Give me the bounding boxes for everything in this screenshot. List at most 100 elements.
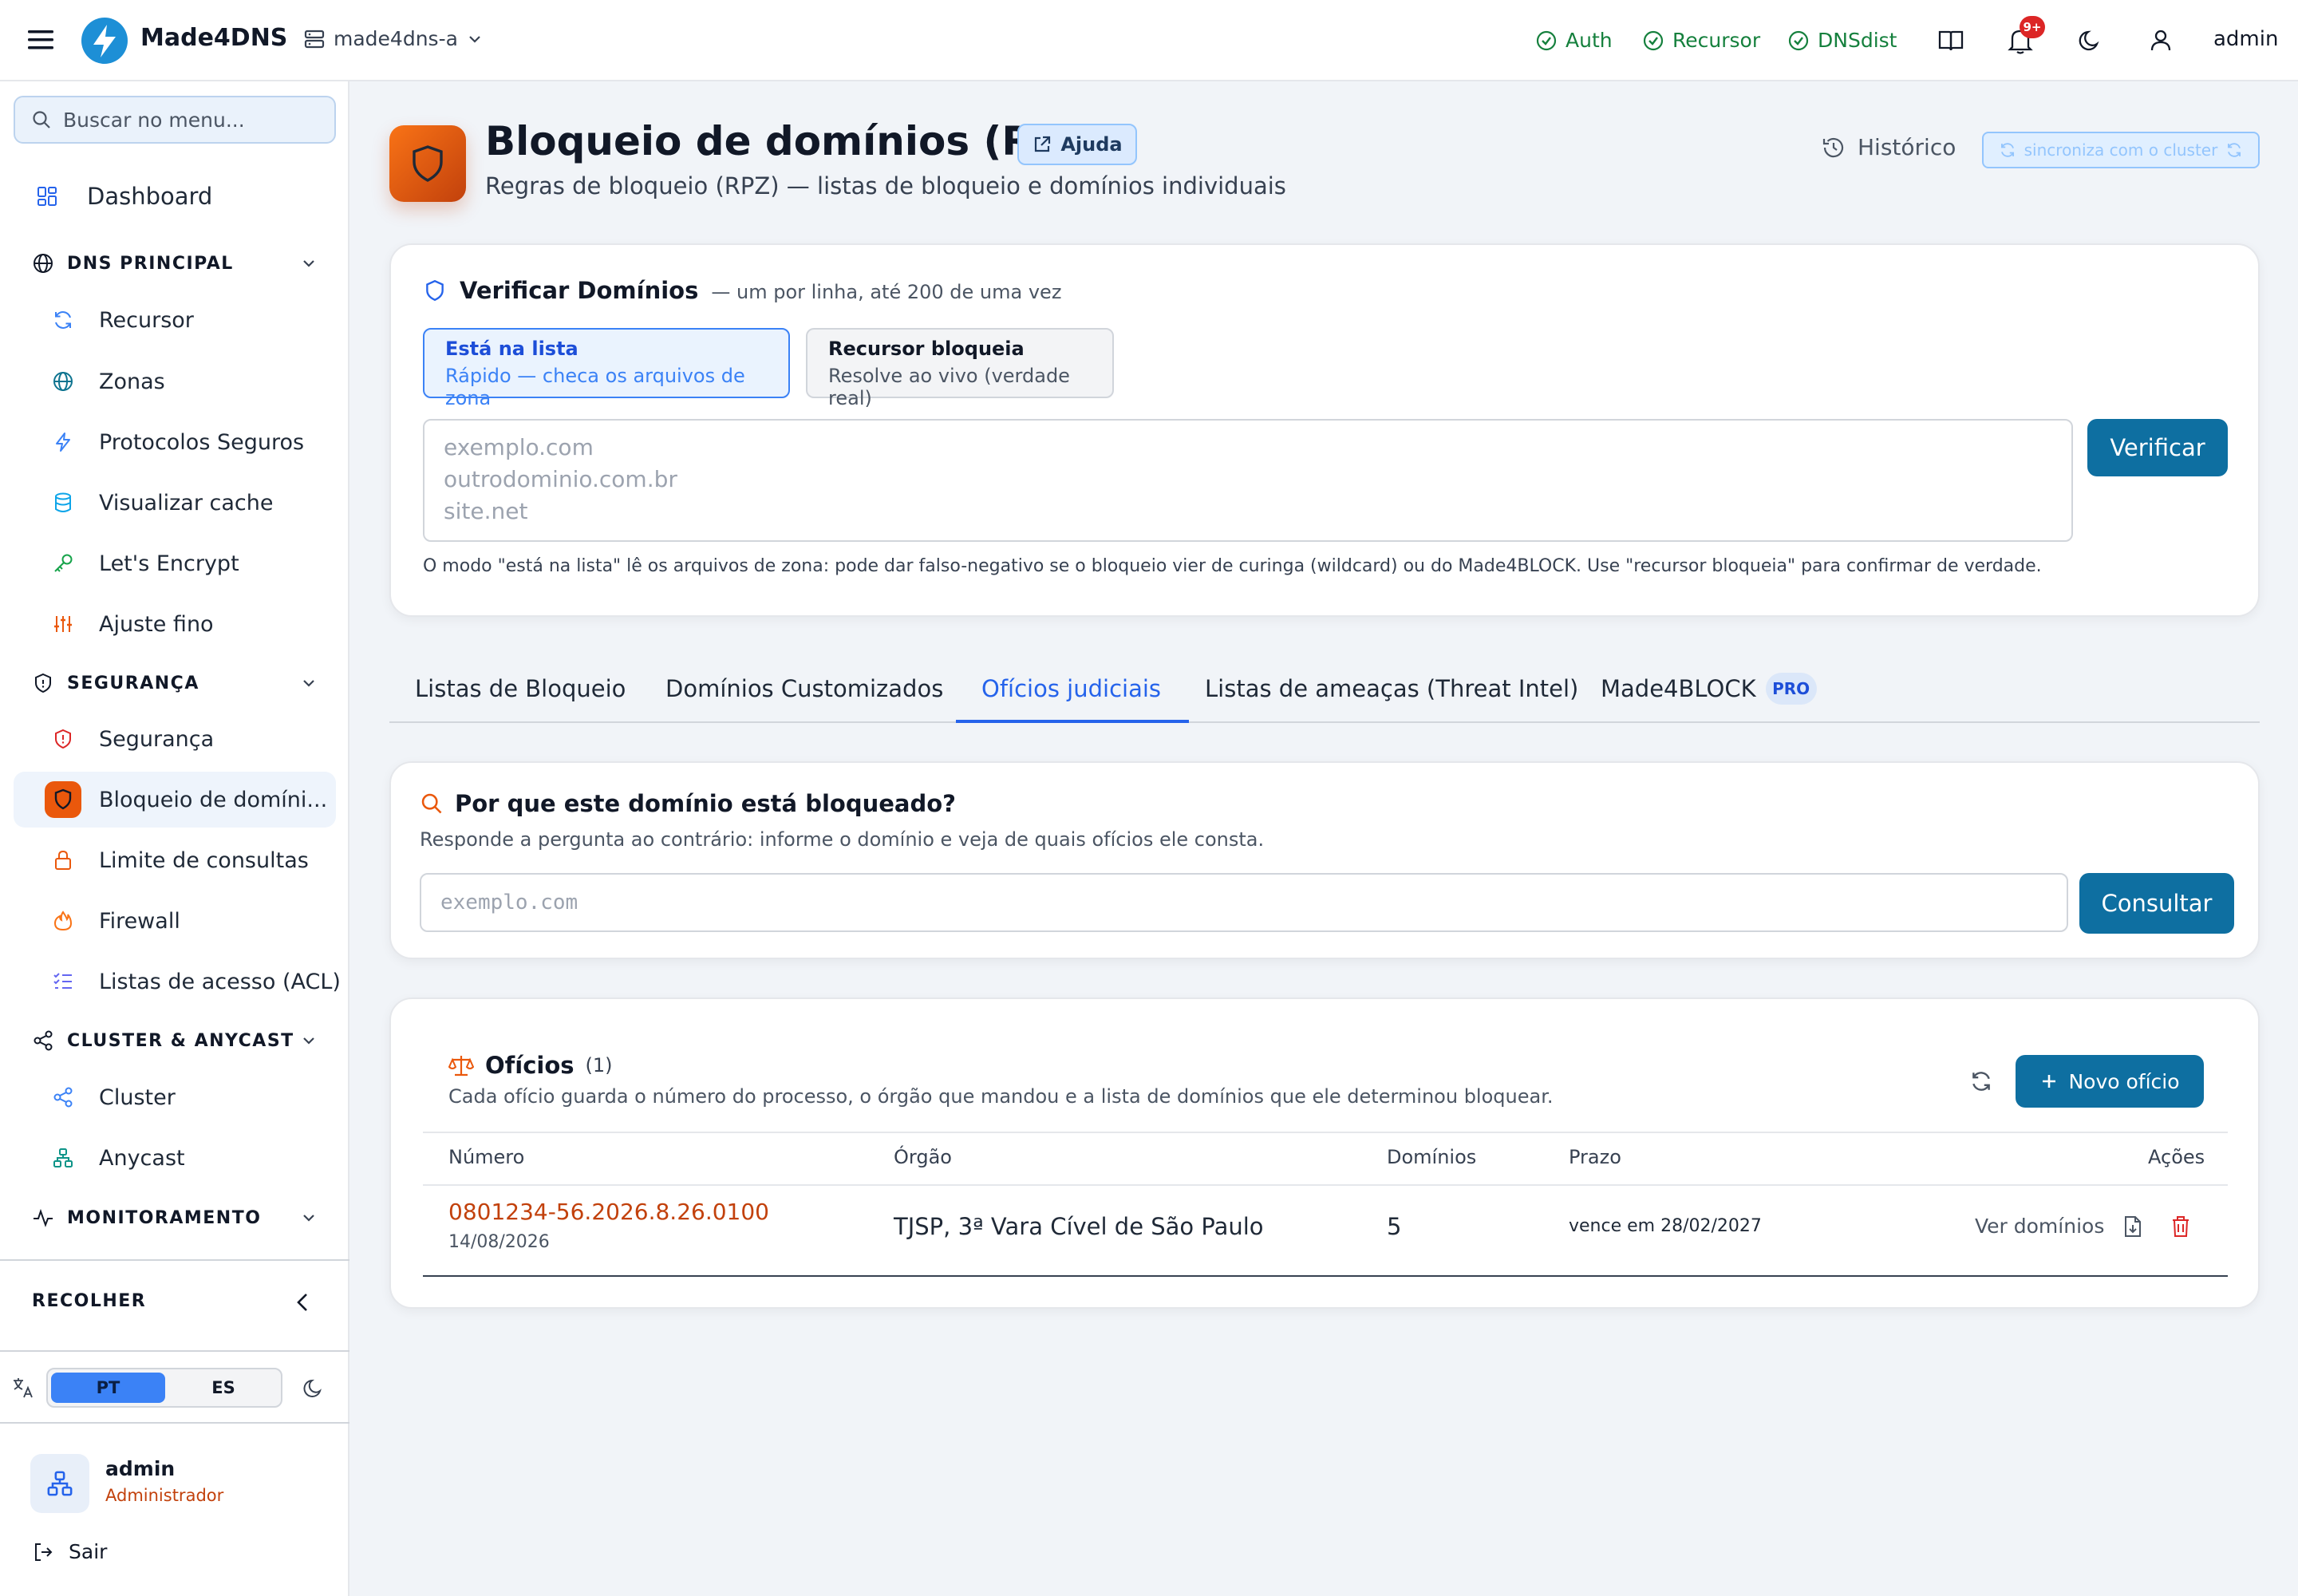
shield-alert-icon — [52, 728, 74, 750]
sidebar-item-firewall[interactable]: Firewall — [14, 893, 336, 949]
sidebar-section-monitoring[interactable]: MONITORAMENTO — [0, 1195, 349, 1240]
network-icon — [52, 1147, 74, 1169]
sidebar-item-anycast[interactable]: Anycast — [14, 1130, 336, 1186]
court-orders-count: (1) — [585, 1054, 613, 1077]
domain-lookup-input[interactable] — [420, 873, 2068, 932]
server-selector[interactable]: made4dns-a — [303, 27, 484, 50]
verify-title: Verificar Domínios — [460, 277, 699, 304]
logout-label: Sair — [69, 1540, 108, 1563]
court-order-number[interactable]: 0801234-56.2026.8.26.0100 — [448, 1199, 769, 1225]
menu-search-placeholder: Buscar no menu... — [63, 108, 245, 132]
tab-court-orders[interactable]: Ofícios judiciais — [981, 654, 1161, 723]
lang-pt-button[interactable]: PT — [51, 1373, 165, 1403]
new-court-order-label: Novo ofício — [2068, 1069, 2180, 1093]
section-label: DNS PRINCIPAL — [67, 253, 234, 274]
col-header-numero: Número — [448, 1146, 525, 1168]
why-title: Por que este domínio está bloqueado? — [420, 790, 956, 817]
sidebar-item-label: Bloqueio de domíni... — [99, 787, 328, 812]
moon-icon[interactable] — [303, 1377, 326, 1399]
tab-made4block[interactable]: Made4BLOCK PRO — [1601, 654, 1817, 723]
sidebar-item-label: Firewall — [99, 908, 180, 934]
court-orders-subtitle: Cada ofício guarda o número do processo,… — [448, 1085, 1554, 1108]
section-label: MONITORAMENTO — [67, 1207, 262, 1228]
file-download-icon[interactable] — [2122, 1215, 2143, 1238]
sidebar-item-label: Protocolos Seguros — [99, 429, 305, 455]
tab-bar: Listas de Bloqueio Domínios Customizados… — [389, 654, 2260, 723]
sidebar-item-seguranca[interactable]: Segurança — [14, 711, 336, 767]
search-icon — [421, 793, 442, 814]
chevron-down-icon — [300, 1209, 318, 1227]
check-circle-icon — [1788, 30, 1809, 50]
external-link-icon — [1035, 136, 1051, 152]
chevron-down-icon — [300, 1032, 318, 1049]
lock-icon — [52, 849, 74, 871]
check-circle-icon — [1536, 30, 1557, 50]
sidebar-section-security[interactable]: SEGURANÇA — [0, 661, 349, 705]
user-menu[interactable]: admin — [2213, 27, 2278, 51]
sidebar-item-label: Anycast — [99, 1145, 185, 1171]
dashboard-grid-icon — [36, 185, 58, 207]
verify-button[interactable]: Verificar — [2087, 419, 2228, 476]
lang-es-button[interactable]: ES — [168, 1373, 279, 1403]
language-switch: PT ES — [46, 1368, 282, 1408]
section-label: SEGURANÇA — [67, 673, 199, 693]
tab-threat-intel[interactable]: Listas de ameaças (Threat Intel) — [1205, 654, 1578, 723]
collapse-label[interactable]: RECOLHER — [32, 1291, 146, 1311]
help-button[interactable]: Ajuda — [1017, 124, 1137, 165]
page-shield-icon — [389, 125, 466, 202]
avatar — [30, 1454, 89, 1513]
mode-desc: Rápido — checa os arquivos de zona — [445, 365, 745, 409]
sidebar-item-cluster[interactable]: Cluster — [14, 1069, 336, 1125]
logout-button[interactable]: Sair — [32, 1540, 107, 1563]
service-status-auth[interactable]: Auth — [1535, 29, 1613, 52]
page-subtitle: Regras de bloqueio (RPZ) — listas de blo… — [485, 172, 1286, 200]
table-divider — [423, 1132, 2228, 1133]
sidebar-item-letsencrypt[interactable]: Let's Encrypt — [14, 535, 336, 591]
moon-icon[interactable] — [2078, 27, 2103, 53]
share-nodes-icon — [32, 1029, 54, 1052]
mode-title: Está na lista — [445, 338, 578, 360]
trash-icon[interactable] — [2170, 1215, 2191, 1238]
lightning-icon — [52, 431, 74, 453]
brand-logo-icon — [81, 18, 128, 64]
tab-custom-domains[interactable]: Domínios Customizados — [665, 654, 943, 723]
user-icon[interactable] — [2148, 27, 2174, 53]
chevron-left-icon[interactable] — [294, 1291, 311, 1314]
verify-domains-card: Verificar Domínios — um por linha, até 2… — [389, 243, 2260, 617]
sidebar-item-protocolos[interactable]: Protocolos Seguros — [14, 414, 336, 470]
consult-button[interactable]: Consultar — [2079, 873, 2234, 934]
menu-search[interactable]: Buscar no menu... — [14, 96, 336, 144]
history-button[interactable]: Histórico — [1821, 134, 1956, 160]
sidebar-item-ajuste[interactable]: Ajuste fino — [14, 596, 336, 652]
page-title: Bloqueio de domínios (RPZ) — [485, 118, 1109, 164]
mode-in-list-button[interactable]: Está na lista Rápido — checa os arquivos… — [423, 328, 790, 409]
translate-icon — [11, 1376, 35, 1400]
sync-cluster-button[interactable]: sincroniza com o cluster — [1982, 132, 2260, 168]
service-status-dnsdist[interactable]: DNSdist — [1787, 29, 1897, 52]
new-court-order-button[interactable]: Novo ofício — [2016, 1055, 2204, 1108]
sidebar-divider — [0, 1422, 349, 1424]
sidebar-item-zonas[interactable]: Zonas — [14, 354, 336, 409]
sidebar-item-cache[interactable]: Visualizar cache — [14, 475, 336, 531]
pro-badge: PRO — [1765, 673, 1817, 705]
sidebar-item-acl[interactable]: Listas de acesso (ACL) — [14, 954, 341, 1009]
hamburger-menu-icon[interactable] — [27, 28, 54, 52]
refresh-icon[interactable] — [1969, 1069, 1993, 1093]
why-blocked-card: Por que este domínio está bloqueado? Res… — [389, 761, 2260, 959]
table-divider — [423, 1275, 2228, 1277]
sidebar-item-recursor[interactable]: Recursor — [14, 292, 336, 348]
sidebar-section-dns[interactable]: DNS PRINCIPAL — [0, 241, 349, 286]
sidebar-item-dashboard[interactable]: Dashboard — [14, 168, 336, 224]
domains-textarea[interactable] — [423, 419, 2073, 542]
sidebar-section-cluster[interactable]: CLUSTER & ANYCAST — [0, 1018, 349, 1063]
history-icon — [1822, 137, 1844, 157]
sidebar-item-limite[interactable]: Limite de consultas — [14, 832, 336, 888]
server-name: made4dns-a — [334, 27, 458, 50]
tab-blocklists[interactable]: Listas de Bloqueio — [415, 654, 626, 723]
mode-recursor-blocks-button[interactable]: Recursor bloqueia Resolve ao vivo (verda… — [806, 328, 1114, 409]
docs-book-icon[interactable] — [1937, 27, 1964, 54]
service-status-recursor[interactable]: Recursor — [1642, 29, 1760, 52]
view-domains-link[interactable]: Ver domínios — [1975, 1215, 2104, 1238]
user-name: admin — [105, 1457, 176, 1480]
sidebar-item-bloqueio[interactable]: Bloqueio de domíni... — [14, 772, 336, 828]
